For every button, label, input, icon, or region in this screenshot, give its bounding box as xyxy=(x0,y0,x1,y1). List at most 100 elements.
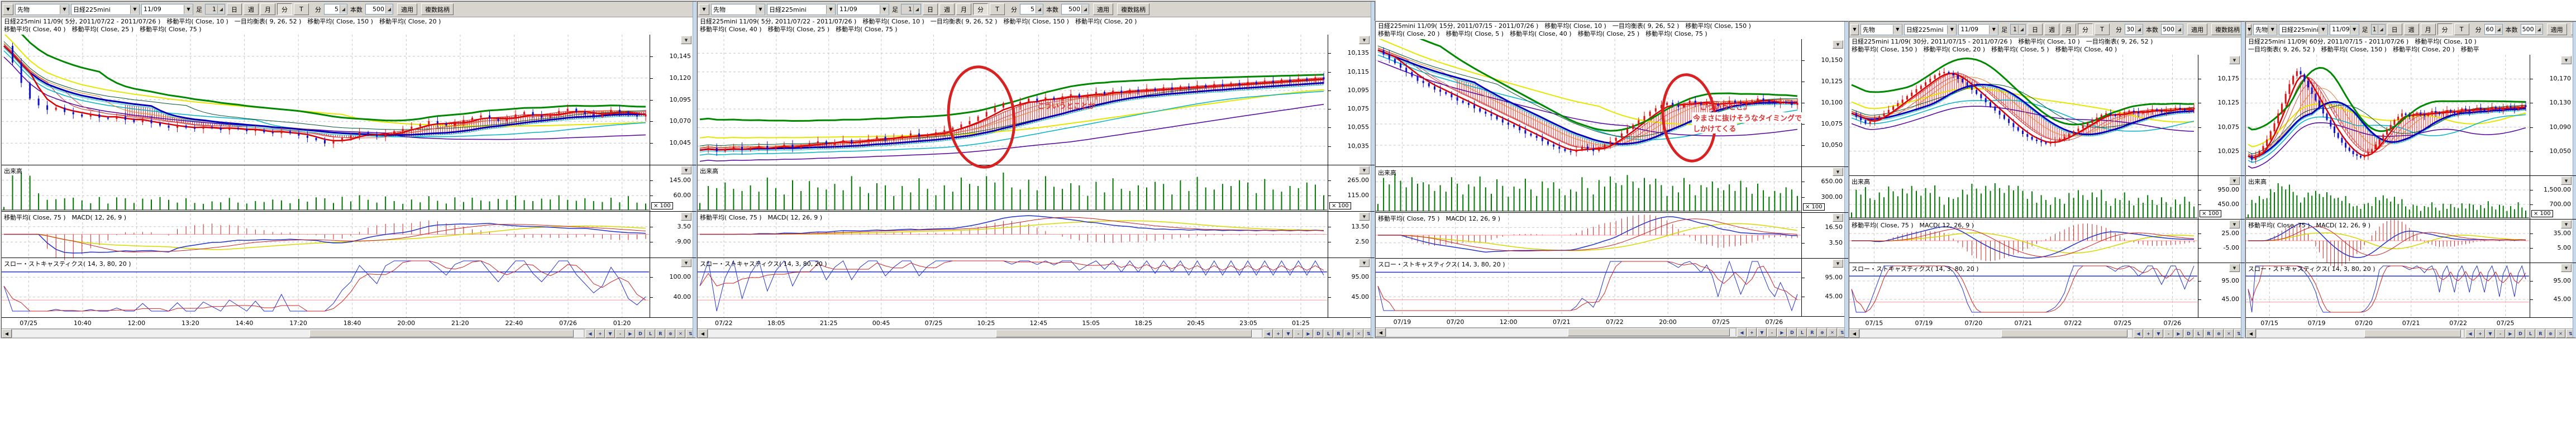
chart-tool-button[interactable]: - xyxy=(2496,329,2505,338)
pane-scale-dropdown-icon[interactable]: ▼ xyxy=(1359,166,1370,174)
chevron-down-icon[interactable]: ▼ xyxy=(1989,25,1998,34)
window-menu-dropdown-icon[interactable]: ▼ xyxy=(699,4,709,15)
chart-tool-button[interactable]: ▼ xyxy=(2486,329,2495,338)
contract-select[interactable]: 11/09 ▼ xyxy=(2330,24,2359,35)
symbol-select[interactable]: 日経225mini ▼ xyxy=(2279,24,2328,35)
period-day-button[interactable]: 日 xyxy=(2387,23,2402,35)
window-menu-dropdown-icon[interactable]: ▼ xyxy=(2247,24,2251,35)
pane-scale-dropdown-icon[interactable]: ▼ xyxy=(2561,177,2572,185)
period-minute-button[interactable]: 分 xyxy=(973,3,988,15)
minute-spinner[interactable]: 5 ◢ xyxy=(1020,4,1043,15)
minute-spinner[interactable]: 30 ◢ xyxy=(2125,24,2143,35)
period-month-button[interactable]: 月 xyxy=(2421,23,2436,35)
multi-symbol-button[interactable]: 複数銘柄 xyxy=(421,3,454,15)
scrollbar-thumb[interactable] xyxy=(1568,328,1730,336)
pane-scale-dropdown-icon[interactable]: ▼ xyxy=(2229,220,2240,228)
scrollbar-thumb[interactable] xyxy=(2001,330,2127,337)
chart-tool-button[interactable]: - xyxy=(1767,328,1777,337)
chart-tool-button[interactable]: ◀ xyxy=(1737,328,1747,337)
spinner-icon[interactable]: ◢ xyxy=(1036,5,1043,13)
chevron-down-icon[interactable]: ▼ xyxy=(60,5,69,14)
pane-scale-dropdown-icon[interactable]: ▼ xyxy=(2229,56,2240,64)
vertical-scrollbar[interactable] xyxy=(693,2,697,337)
scrollbar-track[interactable] xyxy=(2256,329,2464,338)
chart-tool-button[interactable]: ▶ xyxy=(626,329,635,338)
chart-tool-button[interactable]: ⊕ xyxy=(2546,329,2555,338)
spinner-icon[interactable]: ◢ xyxy=(2495,25,2502,34)
pane-scale-dropdown-icon[interactable]: ▼ xyxy=(681,36,691,44)
period-tick-button[interactable]: T xyxy=(294,3,309,15)
horizontal-scrollbar[interactable]: ◀ ◀+▼-▶DLR⊕✕⇅ xyxy=(1376,327,1848,337)
chart-tool-button[interactable]: - xyxy=(1294,329,1303,338)
chart-tool-button[interactable]: L xyxy=(2194,329,2203,338)
chart-tool-button[interactable]: ◀ xyxy=(1263,329,1273,338)
window-menu-dropdown-icon[interactable]: ▼ xyxy=(3,4,13,15)
chevron-down-icon[interactable]: ▼ xyxy=(2319,25,2327,34)
chevron-down-icon[interactable]: ▼ xyxy=(184,5,193,14)
pane-scale-dropdown-icon[interactable]: ▼ xyxy=(1833,40,1843,49)
apply-button[interactable]: 適用 xyxy=(397,3,417,15)
pane-scale-dropdown-icon[interactable]: ▼ xyxy=(2229,177,2240,185)
scrollbar-track[interactable] xyxy=(708,329,1262,338)
chart-tool-button[interactable]: ▶ xyxy=(2174,329,2183,338)
bar-multiple-spinner[interactable]: 1 ◢ xyxy=(2371,24,2386,35)
chart-tool-button[interactable]: ⊕ xyxy=(1344,329,1353,338)
period-month-button[interactable]: 月 xyxy=(2061,23,2076,35)
pane-scale-dropdown-icon[interactable]: ▼ xyxy=(681,212,691,221)
pane-scale-dropdown-icon[interactable]: ▼ xyxy=(2229,264,2240,272)
spinner-icon[interactable]: ◢ xyxy=(2176,25,2183,34)
pane-scale-dropdown-icon[interactable]: ▼ xyxy=(2561,56,2572,64)
chart-tool-button[interactable]: + xyxy=(1747,328,1757,337)
chevron-down-icon[interactable]: ▼ xyxy=(826,5,835,14)
spinner-icon[interactable]: ◢ xyxy=(217,5,225,13)
chart-tool-button[interactable]: - xyxy=(616,329,625,338)
chart-tool-button[interactable]: ◀ xyxy=(2134,329,2143,338)
pane-scale-dropdown-icon[interactable]: ▼ xyxy=(2561,220,2572,228)
chart-tool-button[interactable]: R xyxy=(2536,329,2545,338)
apply-button[interactable]: 適用 xyxy=(1093,3,1113,15)
category-select[interactable]: 先物 ▼ xyxy=(711,4,765,15)
chart-tool-button[interactable]: L xyxy=(646,329,655,338)
category-select[interactable]: 先物 ▼ xyxy=(1861,24,1902,35)
period-day-button[interactable]: 日 xyxy=(227,3,242,15)
chart-tool-button[interactable]: R xyxy=(1334,329,1343,338)
chart-tool-button[interactable]: + xyxy=(1273,329,1283,338)
pane-scale-dropdown-icon[interactable]: ▼ xyxy=(1359,259,1370,267)
chart-tool-button[interactable]: ✕ xyxy=(1354,329,1363,338)
pane-scale-dropdown-icon[interactable]: ▼ xyxy=(2561,264,2572,272)
period-minute-button[interactable]: 分 xyxy=(277,3,292,15)
period-day-button[interactable]: 日 xyxy=(2028,23,2043,35)
chart-tool-button[interactable]: D xyxy=(1787,328,1797,337)
chevron-down-icon[interactable]: ▼ xyxy=(756,5,765,14)
vertical-scrollbar[interactable] xyxy=(2241,22,2245,337)
chart-tool-button[interactable]: D xyxy=(2184,329,2193,338)
chart-tool-button[interactable]: R xyxy=(2204,329,2214,338)
pane-scale-dropdown-icon[interactable]: ▼ xyxy=(1833,259,1843,268)
chart-tool-button[interactable]: ▼ xyxy=(2154,329,2163,338)
chart-tool-button[interactable]: ✕ xyxy=(676,329,685,338)
minute-spinner[interactable]: 5 ◢ xyxy=(324,4,347,15)
chart-tool-button[interactable]: L xyxy=(2526,329,2535,338)
chart-tool-button[interactable]: ▼ xyxy=(605,329,615,338)
chart-tool-button[interactable]: ⊕ xyxy=(666,329,675,338)
pane-scale-dropdown-icon[interactable]: ▼ xyxy=(681,259,691,267)
bar-multiple-spinner[interactable]: 1 ◢ xyxy=(205,4,225,15)
chart-tool-button[interactable]: + xyxy=(2475,329,2485,338)
chart-tool-button[interactable]: ▼ xyxy=(1284,329,1293,338)
bar-count-spinner[interactable]: 500 ◢ xyxy=(2161,24,2183,35)
horizontal-scrollbar[interactable]: ◀ ◀+▼-▶DLR⊕✕⇅ xyxy=(1849,328,2245,338)
apply-button[interactable]: 適用 xyxy=(2547,23,2567,35)
chart-tool-button[interactable]: D xyxy=(636,329,645,338)
bar-count-spinner[interactable]: 500 ◢ xyxy=(365,4,393,15)
scroll-left-button[interactable]: ◀ xyxy=(698,329,708,338)
chevron-down-icon[interactable]: ▼ xyxy=(130,5,139,14)
chart-tool-button[interactable]: ◀ xyxy=(585,329,595,338)
chart-tool-button[interactable]: - xyxy=(2164,329,2173,338)
period-tick-button[interactable]: T xyxy=(2454,23,2469,35)
category-select[interactable]: 先物 ▼ xyxy=(15,4,69,15)
period-month-button[interactable]: 月 xyxy=(260,3,275,15)
scrollbar-track[interactable] xyxy=(1386,328,1736,337)
spinner-icon[interactable]: ◢ xyxy=(385,5,393,13)
horizontal-scrollbar[interactable]: ◀ ◀+▼-▶DLR⊕✕⇅ xyxy=(2,328,697,338)
spinner-icon[interactable]: ◢ xyxy=(2378,25,2385,34)
